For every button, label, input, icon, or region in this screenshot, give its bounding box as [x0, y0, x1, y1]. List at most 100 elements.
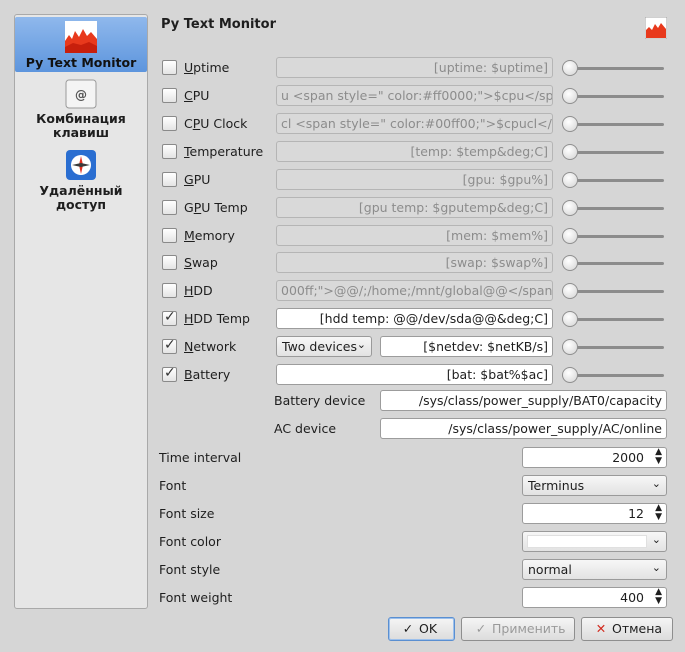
- slider-handle[interactable]: [562, 88, 578, 104]
- checkmark-icon: ✓: [164, 337, 176, 353]
- font-style-select[interactable]: normal ⌄: [522, 559, 667, 580]
- checkmark-icon: ✓: [402, 621, 414, 636]
- page-title: Py Text Monitor: [161, 17, 276, 32]
- slider-handle[interactable]: [562, 172, 578, 188]
- checkmark-icon: ✓: [475, 621, 487, 636]
- font-size-label: Font size: [159, 506, 215, 521]
- row-label[interactable]: HDD Temp: [184, 311, 250, 326]
- network-device-select[interactable]: Two devices ⌄: [276, 336, 372, 357]
- monitor-row-gpu-temp: GPU Temp [gpu temp: $gputemp&deg;C]: [162, 197, 670, 219]
- font-value: Terminus: [528, 478, 585, 493]
- format-input[interactable]: [bat: $bat%$ac]: [276, 364, 553, 385]
- spin-arrows-icon[interactable]: ▲ ▼: [655, 588, 662, 606]
- spin-arrows-icon[interactable]: ▲ ▼: [655, 448, 662, 466]
- monitor-row-battery: ✓ Battery [bat: $bat%$ac]: [162, 364, 670, 386]
- slider-handle[interactable]: [562, 228, 578, 244]
- font-select[interactable]: Terminus ⌄: [522, 475, 667, 496]
- checkbox[interactable]: [162, 116, 177, 131]
- monitor-icon: [65, 21, 97, 53]
- chevron-down-icon: ⌄: [356, 338, 366, 351]
- row-label[interactable]: CPU: [184, 88, 209, 103]
- format-input[interactable]: [$netdev: $netKB/s]: [380, 336, 553, 357]
- remote-access-icon: [66, 150, 96, 180]
- checkbox[interactable]: [162, 283, 177, 298]
- ok-button[interactable]: ✓ OK: [388, 617, 455, 641]
- format-input[interactable]: [uptime: $uptime]: [276, 57, 553, 78]
- font-color-picker[interactable]: ⌄: [522, 531, 667, 552]
- format-input[interactable]: [gpu temp: $gputemp&deg;C]: [276, 197, 553, 218]
- font-style-value: normal: [528, 562, 572, 577]
- monitor-row-temperature: Temperature [temp: $temp&deg;C]: [162, 141, 670, 163]
- format-input[interactable]: [hdd temp: @@/dev/sda@@&deg;C]: [276, 308, 553, 329]
- checkbox[interactable]: [162, 88, 177, 103]
- monitor-row-swap: Swap [swap: $swap%]: [162, 252, 670, 274]
- time-interval-spinbox[interactable]: 2000 ▲ ▼: [522, 447, 667, 468]
- format-input[interactable]: [mem: $mem%]: [276, 225, 553, 246]
- format-input[interactable]: u <span style=" color:#ff0000;">$cpu</sp…: [276, 85, 553, 106]
- spin-arrows-icon[interactable]: ▲ ▼: [655, 504, 662, 522]
- monitor-row-network: ✓ Network Two devices ⌄ [$netdev: $netKB/s]: [162, 336, 670, 358]
- apply-button[interactable]: ✓ Применить: [461, 617, 575, 641]
- battery-device-input[interactable]: /sys/class/power_supply/BAT0/capacity: [380, 390, 667, 411]
- format-input[interactable]: 000ff;">@@/;/home;/mnt/global@@</span>%]: [276, 280, 553, 301]
- sidebar-item-remote-access[interactable]: Удалённый доступ: [15, 149, 147, 213]
- checkbox[interactable]: ✓: [162, 309, 177, 326]
- checkbox[interactable]: ✓: [162, 365, 177, 382]
- monitor-row-hdd: HDD 000ff;">@@/;/home;/mnt/global@@</span…: [162, 280, 670, 302]
- font-label: Font: [159, 478, 187, 493]
- keyboard-shortcut-icon: @: [65, 79, 97, 109]
- slider-handle[interactable]: [562, 116, 578, 132]
- chevron-down-icon: ⌄: [651, 477, 661, 490]
- format-input[interactable]: [swap: $swap%]: [276, 252, 553, 273]
- apply-button-label: Применить: [492, 621, 566, 636]
- row-label[interactable]: Memory: [184, 228, 235, 243]
- checkbox[interactable]: [162, 172, 177, 187]
- row-label[interactable]: GPU: [184, 172, 210, 187]
- row-label[interactable]: GPU Temp: [184, 200, 248, 215]
- monitor-row-hdd-temp: ✓ HDD Temp [hdd temp: @@/dev/sda@@&deg;C]: [162, 308, 670, 330]
- sidebar-item-label: Комбинация клавиш: [36, 111, 126, 140]
- format-input[interactable]: cl <span style=" color:#00ff00;">$cpucl<…: [276, 113, 553, 134]
- row-label[interactable]: CPU Clock: [184, 116, 247, 131]
- checkbox[interactable]: [162, 144, 177, 159]
- sidebar-item-py-text-monitor[interactable]: Py Text Monitor: [15, 17, 147, 72]
- slider-handle[interactable]: [562, 367, 578, 383]
- format-input[interactable]: [temp: $temp&deg;C]: [276, 141, 553, 162]
- font-weight-label: Font weight: [159, 590, 233, 605]
- row-label[interactable]: Swap: [184, 255, 218, 270]
- monitor-row-memory: Memory [mem: $mem%]: [162, 225, 670, 247]
- font-weight-value: 400: [620, 590, 644, 605]
- slider-handle[interactable]: [562, 144, 578, 160]
- monitor-row-cpu-clock: CPU Clock cl <span style=" color:#00ff00;…: [162, 113, 670, 135]
- font-size-value: 12: [628, 506, 644, 521]
- row-label[interactable]: Network: [184, 339, 236, 354]
- row-label[interactable]: Temperature: [184, 144, 263, 159]
- row-label[interactable]: HDD: [184, 283, 213, 298]
- sidebar-item-shortcuts[interactable]: @ Комбинация клавиш: [15, 79, 147, 143]
- slider-handle[interactable]: [562, 283, 578, 299]
- slider-handle[interactable]: [562, 255, 578, 271]
- checkbox[interactable]: [162, 255, 177, 270]
- font-weight-spinbox[interactable]: 400 ▲ ▼: [522, 587, 667, 608]
- slider-handle[interactable]: [562, 200, 578, 216]
- slider-handle[interactable]: [562, 311, 578, 327]
- monitor-row-uptime: Uptime [uptime: $uptime]: [162, 57, 670, 79]
- font-style-label: Font style: [159, 562, 221, 577]
- checkbox[interactable]: ✓: [162, 337, 177, 354]
- cancel-button[interactable]: ✕ Отмена: [581, 617, 673, 641]
- checkbox[interactable]: [162, 60, 177, 75]
- slider-handle[interactable]: [562, 339, 578, 355]
- font-color-label: Font color: [159, 534, 221, 549]
- slider-handle[interactable]: [562, 60, 578, 76]
- row-label[interactable]: Uptime: [184, 60, 229, 75]
- chevron-down-icon: ⌄: [651, 561, 661, 574]
- ac-device-input[interactable]: /sys/class/power_supply/AC/online: [380, 418, 667, 439]
- format-input[interactable]: [gpu: $gpu%]: [276, 169, 553, 190]
- checkbox[interactable]: [162, 200, 177, 215]
- sidebar-item-label: Удалённый доступ: [39, 183, 123, 212]
- svg-text:@: @: [75, 88, 87, 102]
- font-size-spinbox[interactable]: 12 ▲ ▼: [522, 503, 667, 524]
- row-label[interactable]: Battery: [184, 367, 230, 382]
- checkbox[interactable]: [162, 228, 177, 243]
- monitor-row-gpu: GPU [gpu: $gpu%]: [162, 169, 670, 191]
